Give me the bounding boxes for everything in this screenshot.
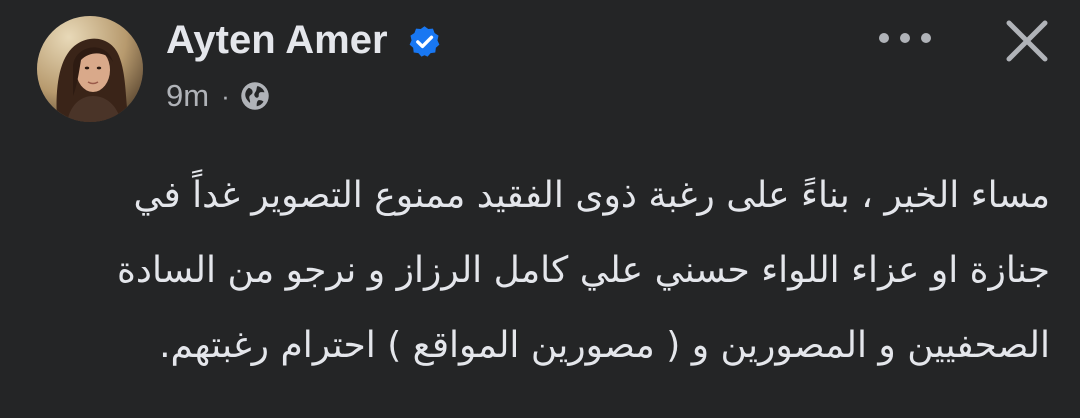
globe-icon[interactable] xyxy=(240,81,270,111)
more-options-button[interactable] xyxy=(872,18,938,58)
post-text: مساء الخير ، بناءً على رغبة ذوى الفقيد م… xyxy=(70,158,1050,383)
post-timestamp[interactable]: 9m xyxy=(166,78,209,114)
post-text-line: جنازة او عزاء اللواء حسني علي كامل الرزا… xyxy=(117,250,1050,291)
close-icon xyxy=(1006,20,1048,62)
post-text-line: الصحفيين و المصورين و ( مصورين المواقع )… xyxy=(159,325,1050,366)
post-header: Ayten Amer 9m · xyxy=(0,0,1080,140)
meta-separator: · xyxy=(221,80,230,111)
author-name[interactable]: Ayten Amer xyxy=(166,14,388,66)
verified-badge-icon xyxy=(409,26,440,57)
author-avatar[interactable] xyxy=(37,16,143,122)
close-button[interactable] xyxy=(996,10,1058,72)
more-dots-icon xyxy=(879,33,931,43)
avatar-image xyxy=(37,16,143,122)
post-text-line: مساء الخير ، بناءً على رغبة ذوى الفقيد م… xyxy=(133,175,1050,216)
post-meta: 9m · xyxy=(166,74,270,118)
